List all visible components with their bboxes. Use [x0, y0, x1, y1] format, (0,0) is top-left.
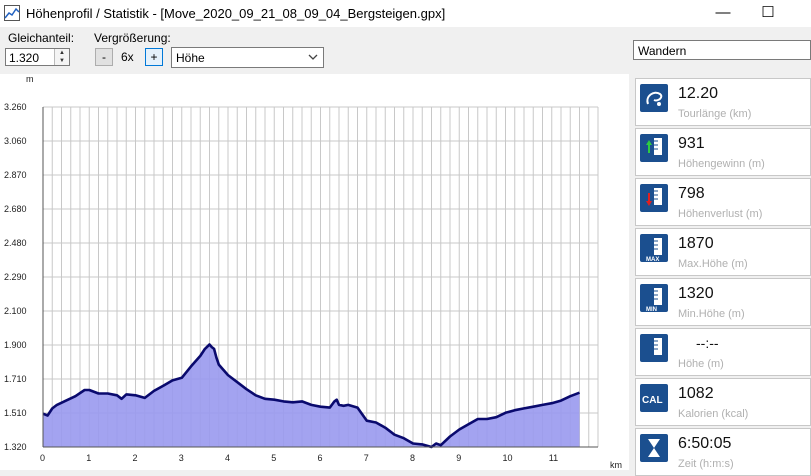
y-tick-label: 2.100 — [4, 306, 27, 316]
x-tick-label: 8 — [410, 453, 415, 463]
stat-card: CAL 1082 Kalorien (kcal) — [635, 378, 811, 426]
stat-value: 6:50:05 — [678, 435, 732, 452]
x-tick-label: 1 — [86, 453, 91, 463]
y-tick-label: 2.870 — [4, 170, 27, 180]
y-axis-label: m — [26, 74, 34, 84]
tour-length-icon — [640, 84, 668, 112]
stat-caption: Max.Höhe (m) — [678, 258, 748, 270]
y-tick-label: 2.480 — [4, 238, 27, 248]
maximize-icon: ☐ — [761, 4, 775, 21]
mode-select[interactable]: Höhe — [171, 47, 324, 68]
stat-card: --:-- Höhe (m) — [635, 328, 811, 376]
svg-text:MIN: MIN — [646, 307, 657, 312]
y-tick-label: 1.900 — [4, 340, 27, 350]
y-tick-label: 2.680 — [4, 204, 27, 214]
stat-card: MAX 1870 Max.Höhe (m) — [635, 228, 811, 276]
current-height-icon — [640, 334, 668, 362]
calories-icon: CAL — [640, 384, 668, 412]
stat-caption: Tourlänge (km) — [678, 108, 752, 120]
gleichanteil-label: Gleichanteil: — [8, 31, 75, 45]
gleichanteil-spinner[interactable]: 1.320 ▲ ▼ — [5, 48, 70, 66]
x-tick-label: 5 — [271, 453, 276, 463]
svg-text:CAL: CAL — [642, 395, 663, 406]
x-tick-label: 0 — [40, 453, 45, 463]
elevation-chart-svg: 3.260 3.060 2.870 2.680 2.480 2.290 2.100 1.900… — [4, 74, 622, 470]
x-tick-label: 2 — [133, 453, 138, 463]
stat-value: 1082 — [678, 385, 714, 402]
stat-caption: Höhenverlust (m) — [678, 208, 763, 220]
stat-card: 798 Höhenverlust (m) — [635, 178, 811, 226]
maximize-button[interactable]: ☐ — [745, 0, 791, 27]
statistics-panel: 12.20 Tourlänge (km) 931 Höhengewinn (m) 798… — [631, 74, 811, 476]
stat-value: 1870 — [678, 235, 714, 252]
time-icon — [640, 434, 668, 462]
app-icon — [4, 5, 20, 21]
zoom-value: 6x — [121, 50, 134, 64]
gleichanteil-value[interactable]: 1.320 — [9, 51, 39, 65]
activity-select[interactable]: Wandern — [633, 40, 811, 60]
y-tick-label: 1.510 — [4, 408, 27, 418]
stat-caption: Höhengewinn (m) — [678, 158, 765, 170]
stat-value: 931 — [678, 135, 705, 152]
svg-text:MAX: MAX — [646, 257, 659, 262]
stat-caption: Kalorien (kcal) — [678, 408, 749, 420]
spinner-up-icon[interactable]: ▲ — [55, 49, 69, 57]
window-title: Höhenprofil / Statistik - [Move_2020_09_… — [26, 6, 446, 21]
stat-value: 12.20 — [678, 85, 719, 102]
mode-select-value: Höhe — [176, 51, 205, 65]
x-tick-label: 9 — [456, 453, 461, 463]
stat-caption: Zeit (h:m:s) — [678, 458, 734, 470]
minimize-icon: — — [715, 4, 731, 21]
zoom-in-button[interactable]: + — [145, 48, 163, 66]
y-tick-label: 2.290 — [4, 272, 27, 282]
zoom-label: Vergrößerung: — [94, 31, 171, 45]
x-axis-label: km — [610, 460, 622, 470]
y-tick-label: 1.710 — [4, 374, 27, 384]
chevron-down-icon — [308, 54, 318, 60]
x-tick-label: 10 — [503, 453, 513, 463]
title-bar: Höhenprofil / Statistik - [Move_2020_09_… — [0, 0, 811, 27]
stat-value: 1320 — [678, 285, 714, 302]
elevation-chart: 3.260 3.060 2.870 2.680 2.480 2.290 2.100 1.900… — [0, 74, 629, 470]
x-tick-label: 11 — [549, 453, 558, 463]
activity-select-value: Wandern — [638, 44, 687, 58]
stat-caption: Höhe (m) — [678, 358, 724, 370]
x-tick-label: 3 — [179, 453, 184, 463]
spinner-down-icon[interactable]: ▼ — [55, 57, 69, 65]
elevation-loss-icon — [640, 184, 668, 212]
elevation-gain-icon — [640, 134, 668, 162]
y-tick-label: 3.260 — [4, 102, 27, 112]
stat-card: 12.20 Tourlänge (km) — [635, 78, 811, 126]
stat-card: MIN 1320 Min.Höhe (m) — [635, 278, 811, 326]
spinner-arrows[interactable]: ▲ ▼ — [54, 49, 69, 65]
stat-card: 931 Höhengewinn (m) — [635, 128, 811, 176]
y-tick-label: 3.060 — [4, 136, 27, 146]
x-tick-label: 4 — [225, 453, 230, 463]
zoom-out-button[interactable]: - — [95, 48, 113, 66]
x-tick-label: 7 — [364, 453, 369, 463]
x-tick-label: 6 — [318, 453, 323, 463]
stat-caption: Min.Höhe (m) — [678, 308, 745, 320]
stat-card: 6:50:05 Zeit (h:m:s) — [635, 428, 811, 476]
stat-value: --:-- — [696, 335, 719, 351]
minimize-button[interactable]: — — [700, 0, 746, 27]
min-height-icon: MIN — [640, 284, 668, 313]
stat-value: 798 — [678, 185, 705, 202]
max-height-icon: MAX — [640, 234, 668, 263]
y-tick-label: 1.320 — [4, 442, 27, 452]
